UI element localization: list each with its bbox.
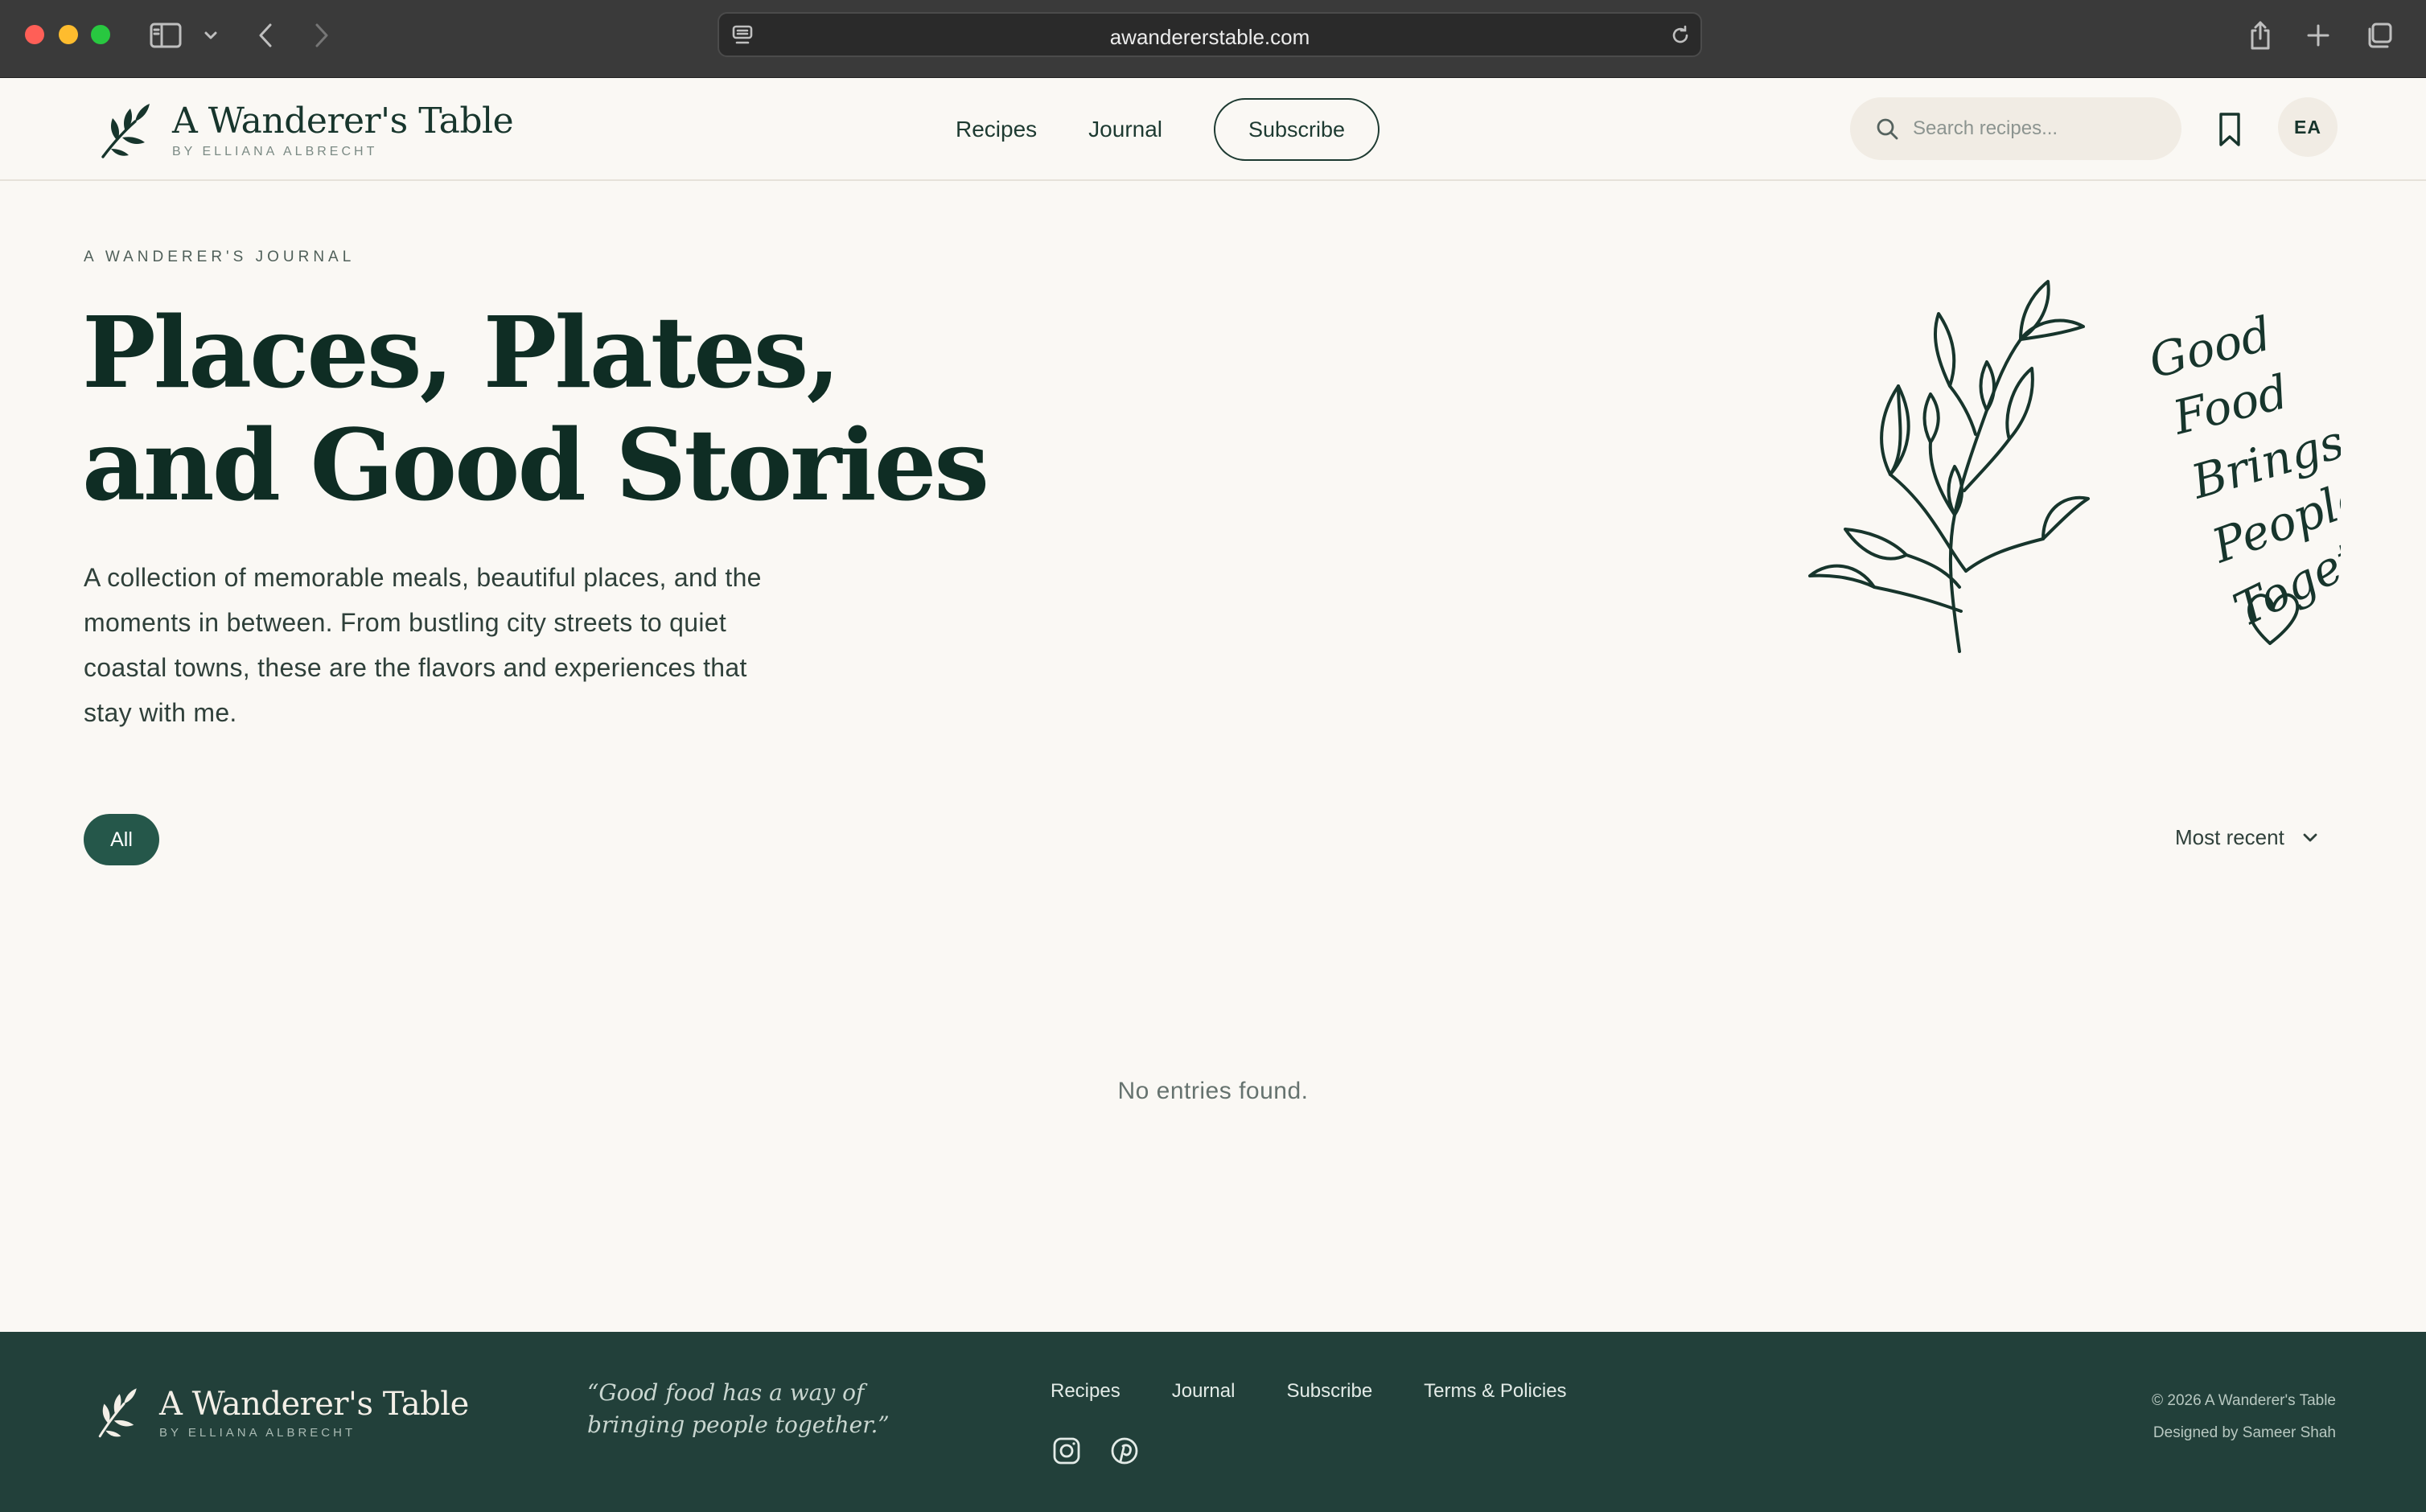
leaf-logo-icon — [101, 104, 150, 158]
page-title-line-1: Places, Plates, — [82, 294, 841, 410]
footer-recipes-link[interactable]: Recipes — [1051, 1380, 1120, 1403]
site-footer: A Wanderer's Table BY ELLIANA ALBRECHT “… — [0, 1332, 2426, 1512]
page-title-line-2: and Good Stories — [82, 407, 989, 523]
chevron-down-icon[interactable] — [193, 18, 228, 53]
reload-icon[interactable] — [1668, 23, 1692, 51]
hero-illustration: Good Food Brings People Together" — [1808, 280, 2341, 653]
bookmark-icon[interactable] — [2214, 110, 2246, 149]
zoom-window-button[interactable] — [91, 25, 110, 44]
designer-credit: Designed by Sameer Shah — [2153, 1424, 2336, 1441]
search-input[interactable] — [1913, 117, 2170, 140]
footer-subscribe-link[interactable]: Subscribe — [1286, 1380, 1372, 1403]
main-nav: Recipes Journal Subscribe — [956, 97, 1380, 162]
search-box[interactable] — [1850, 97, 2181, 160]
social-links — [1051, 1435, 1166, 1467]
tab-overview-icon[interactable] — [2362, 18, 2397, 53]
sidebar-toggle-icon[interactable] — [148, 18, 183, 53]
subscribe-button[interactable]: Subscribe — [1214, 98, 1380, 161]
user-avatar[interactable]: EA — [2278, 97, 2338, 157]
footer-brand-title: A Wanderer's Table — [159, 1385, 469, 1423]
brand-title: A Wanderer's Table — [172, 100, 514, 142]
page-title: Places, Plates, and Good Stories — [82, 294, 989, 523]
brand-subtitle: BY ELLIANA ALBRECHT — [172, 144, 378, 158]
footer-journal-link[interactable]: Journal — [1172, 1380, 1236, 1403]
filter-chip-all[interactable]: All — [84, 814, 159, 865]
site-logo[interactable]: A Wanderer's Table BY ELLIANA ALBRECHT — [93, 97, 514, 162]
search-icon — [1877, 118, 1898, 140]
script-quote: Good Food Brings People Together" — [2144, 306, 2341, 638]
hero-eyebrow: A WANDERER'S JOURNAL — [84, 249, 356, 265]
share-icon[interactable] — [2243, 18, 2278, 53]
new-tab-icon[interactable] — [2301, 18, 2336, 53]
sort-dropdown[interactable]: Most recent — [2175, 825, 2318, 850]
browser-toolbar: awandererstable.com — [0, 0, 2426, 78]
url-text: awandererstable.com — [1109, 25, 1310, 49]
minimize-window-button[interactable] — [59, 25, 78, 44]
close-window-button[interactable] — [25, 25, 44, 44]
back-arrow-icon[interactable] — [248, 18, 283, 53]
sort-value: Most recent — [2175, 825, 2284, 849]
footer-brand-subtitle: BY ELLIANA ALBRECHT — [159, 1425, 356, 1440]
plant-sprig-icon — [1808, 280, 2090, 653]
nav-journal-link[interactable]: Journal — [1088, 117, 1162, 142]
pinterest-icon[interactable] — [1108, 1435, 1141, 1467]
site-header: A Wanderer's Table BY ELLIANA ALBRECHT R… — [0, 78, 2426, 181]
copyright-text: © 2026 A Wanderer's Table — [2152, 1392, 2336, 1409]
footer-logo[interactable]: A Wanderer's Table BY ELLIANA ALBRECHT — [90, 1383, 469, 1441]
footer-terms-link[interactable]: Terms & Policies — [1424, 1380, 1566, 1403]
nav-recipes-link[interactable]: Recipes — [956, 117, 1037, 142]
footer-quote: “Good food has a way of bringing people … — [587, 1379, 890, 1438]
forward-arrow-icon[interactable] — [304, 18, 339, 53]
footer-nav: Recipes Journal Subscribe Terms & Polici… — [1051, 1380, 1618, 1403]
footer-copyright: © 2026 A Wanderer's Table Designed by Sa… — [2152, 1385, 2336, 1449]
chevron-down-icon — [2303, 833, 2317, 841]
leaf-logo-icon — [98, 1388, 137, 1438]
instagram-icon[interactable] — [1051, 1435, 1083, 1467]
empty-state-message: No entries found. — [1117, 1078, 1309, 1104]
hero-description: A collection of memorable meals, beautif… — [84, 563, 762, 727]
address-bar[interactable]: awandererstable.com — [718, 12, 1702, 57]
